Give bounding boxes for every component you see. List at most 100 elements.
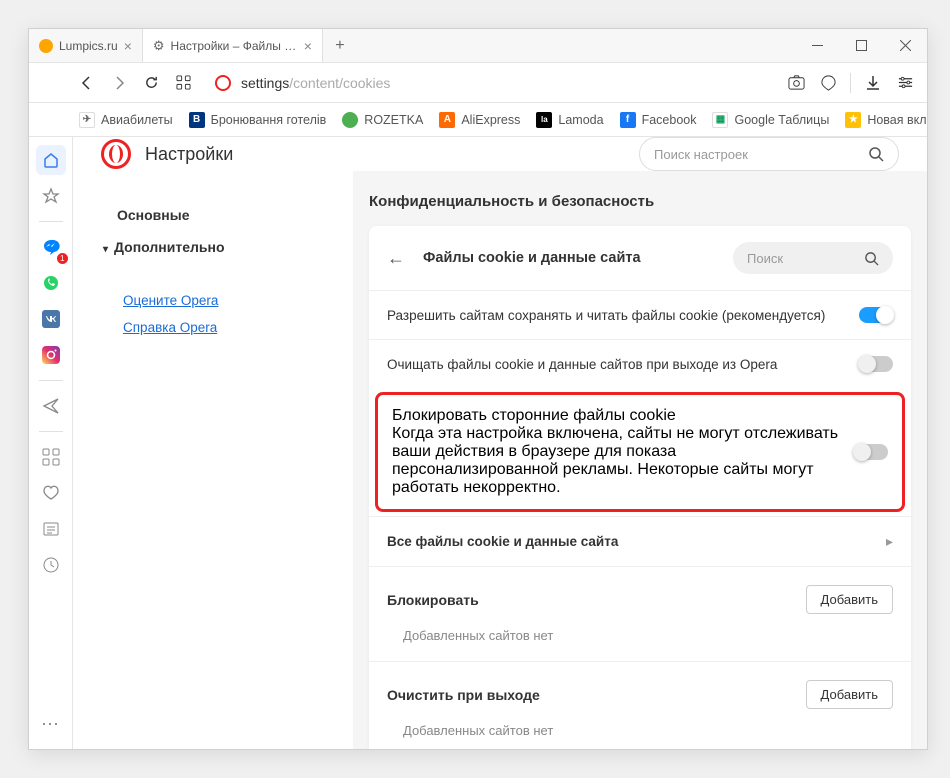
downloads-button[interactable] (859, 69, 887, 97)
page-title: Настройки (145, 144, 233, 165)
setting-block-third-party[interactable]: Блокировать сторонние файлы cookie Когда… (375, 392, 905, 512)
setting-description: Когда эта настройка включена, сайты не м… (392, 425, 840, 497)
setting-label: Разрешить сайтам сохранять и читать файл… (387, 308, 845, 323)
favicon-lumpics (39, 39, 53, 53)
bookmark-item[interactable]: ROZETKA (342, 112, 423, 128)
setting-label-group: Блокировать сторонние файлы cookie Когда… (392, 407, 840, 497)
close-icon[interactable]: × (124, 38, 132, 54)
new-tab-button[interactable]: + (323, 29, 357, 62)
tab-settings[interactable]: ⚙ Настройки – Файлы cookie × (143, 29, 323, 62)
bookmark-label: Новая вкладка (867, 113, 927, 127)
add-button[interactable]: Добавить (806, 680, 893, 709)
drive-icon: ▦ (712, 112, 728, 128)
toggle-off[interactable] (859, 356, 893, 372)
sidebar-flow[interactable] (36, 391, 66, 421)
maximize-button[interactable] (839, 29, 883, 62)
card-search[interactable]: Поиск (733, 242, 893, 274)
tab-lumpics[interactable]: Lumpics.ru × (29, 29, 143, 62)
bookmark-label: Авиабилеты (101, 113, 173, 127)
setting-label: Блокировать сторонние файлы cookie (392, 407, 840, 425)
clear-exit-section: Очистить при выходе Добавить Добавленных… (369, 661, 911, 749)
sidebar-more[interactable]: ⋯ (41, 714, 60, 735)
rozetka-icon (342, 112, 358, 128)
opera-icon (215, 75, 231, 91)
sidebar-vk[interactable] (36, 304, 66, 334)
bookmark-item[interactable]: f Facebook (620, 112, 697, 128)
sidebar-whatsapp[interactable] (36, 268, 66, 298)
bookmark-button[interactable] (814, 69, 842, 97)
snapshot-button[interactable] (782, 69, 810, 97)
titlebar: Lumpics.ru × ⚙ Настройки – Файлы cookie … (29, 29, 927, 63)
bookmark-label: Бронювання готелів (211, 113, 327, 127)
setting-label: Все файлы cookie и данные сайта (387, 534, 872, 549)
sidebar-home[interactable] (36, 145, 66, 175)
bookmark-item[interactable]: AAliExpress (439, 112, 520, 128)
bookmark-label: Lamoda (558, 113, 603, 127)
nav-help-link[interactable]: Справка Opera (103, 314, 333, 341)
bookmark-item[interactable]: la Lamoda (536, 112, 603, 128)
sidebar-speed-dial[interactable] (36, 442, 66, 472)
sidebar-instagram[interactable] (36, 340, 66, 370)
newtab-icon: ★ (845, 112, 861, 128)
bookmark-item[interactable]: ▦ Google Таблицы (712, 112, 829, 128)
section-title: Блокировать (387, 592, 479, 608)
tab-title: Lumpics.ru (59, 39, 118, 53)
card-header: ← Файлы cookie и данные сайта Поиск (369, 226, 911, 290)
card-title: Файлы cookie и данные сайта (423, 250, 641, 266)
back-arrow-icon[interactable]: ← (387, 248, 405, 269)
back-button[interactable] (73, 69, 101, 97)
bookmark-label: AliExpress (461, 113, 520, 127)
opera-logo (101, 139, 131, 169)
booking-icon: B (189, 112, 205, 128)
close-icon[interactable]: × (304, 38, 312, 54)
window-controls (795, 29, 927, 62)
reload-button[interactable] (137, 69, 165, 97)
bookmark-item[interactable]: ★ Новая вкладка (845, 112, 927, 128)
settings-nav: Основные Дополнительно Оцените Opera Спр… (73, 171, 353, 749)
setting-label: Очищать файлы cookie и данные сайтов при… (387, 357, 845, 372)
bookmark-label: Facebook (642, 113, 697, 127)
search-placeholder: Поиск (747, 251, 783, 266)
close-button[interactable] (883, 29, 927, 62)
speed-dial-button[interactable] (169, 69, 197, 97)
settings-main: Конфиденциальность и безопасность ← Файл… (353, 171, 927, 749)
bookmark-item[interactable]: ✈Авиабилеты (79, 112, 173, 128)
easy-setup-button[interactable] (891, 69, 919, 97)
sidebar-history[interactable] (36, 550, 66, 580)
section-heading: Конфиденциальность и безопасность (369, 193, 911, 210)
nav-basic[interactable]: Основные (103, 199, 333, 231)
setting-all-cookies[interactable]: Все файлы cookie и данные сайта ▸ (369, 516, 911, 566)
bookmark-label: ROZETKA (364, 113, 423, 127)
sidebar-bookmarks[interactable] (36, 181, 66, 211)
global-search[interactable]: Поиск настроек (639, 137, 899, 171)
cookies-card: ← Файлы cookie и данные сайта Поиск Разр… (369, 226, 911, 749)
nav-rate-link[interactable]: Оцените Opera (103, 287, 333, 314)
sidebar-news[interactable] (36, 514, 66, 544)
search-icon (868, 146, 884, 162)
block-section: Блокировать Добавить Добавленных сайтов … (369, 566, 911, 661)
bookmarks-bar: ✈Авиабилеты BБронювання готелів ROZETKA … (29, 103, 927, 137)
add-button[interactable]: Добавить (806, 585, 893, 614)
sidebar: 1 ⋯ (29, 137, 73, 749)
settings-header: Настройки Поиск настроек (73, 137, 927, 171)
nav-advanced[interactable]: Дополнительно (103, 231, 333, 263)
setting-clear-on-exit[interactable]: Очищать файлы cookie и данные сайтов при… (369, 339, 911, 388)
section-title: Очистить при выходе (387, 687, 540, 703)
sidebar-heart[interactable] (36, 478, 66, 508)
address-bar: settings/content/cookies (29, 63, 927, 103)
toggle-off[interactable] (854, 444, 888, 460)
facebook-icon: f (620, 112, 636, 128)
bookmark-item[interactable]: B Бронювання готелів (189, 112, 327, 128)
search-placeholder: Поиск настроек (654, 147, 748, 162)
tab-title: Настройки – Файлы cookie (171, 39, 298, 53)
lamoda-icon: la (536, 112, 552, 128)
sidebar-messenger[interactable]: 1 (36, 232, 66, 262)
toggle-on[interactable] (859, 307, 893, 323)
setting-allow-cookies[interactable]: Разрешить сайтам сохранять и читать файл… (369, 290, 911, 339)
url-display[interactable]: settings/content/cookies (241, 75, 390, 91)
gear-icon: ⚙ (153, 38, 165, 54)
minimize-button[interactable] (795, 29, 839, 62)
forward-button[interactable] (105, 69, 133, 97)
bookmark-label: Google Таблицы (734, 113, 829, 127)
search-icon (864, 251, 879, 266)
